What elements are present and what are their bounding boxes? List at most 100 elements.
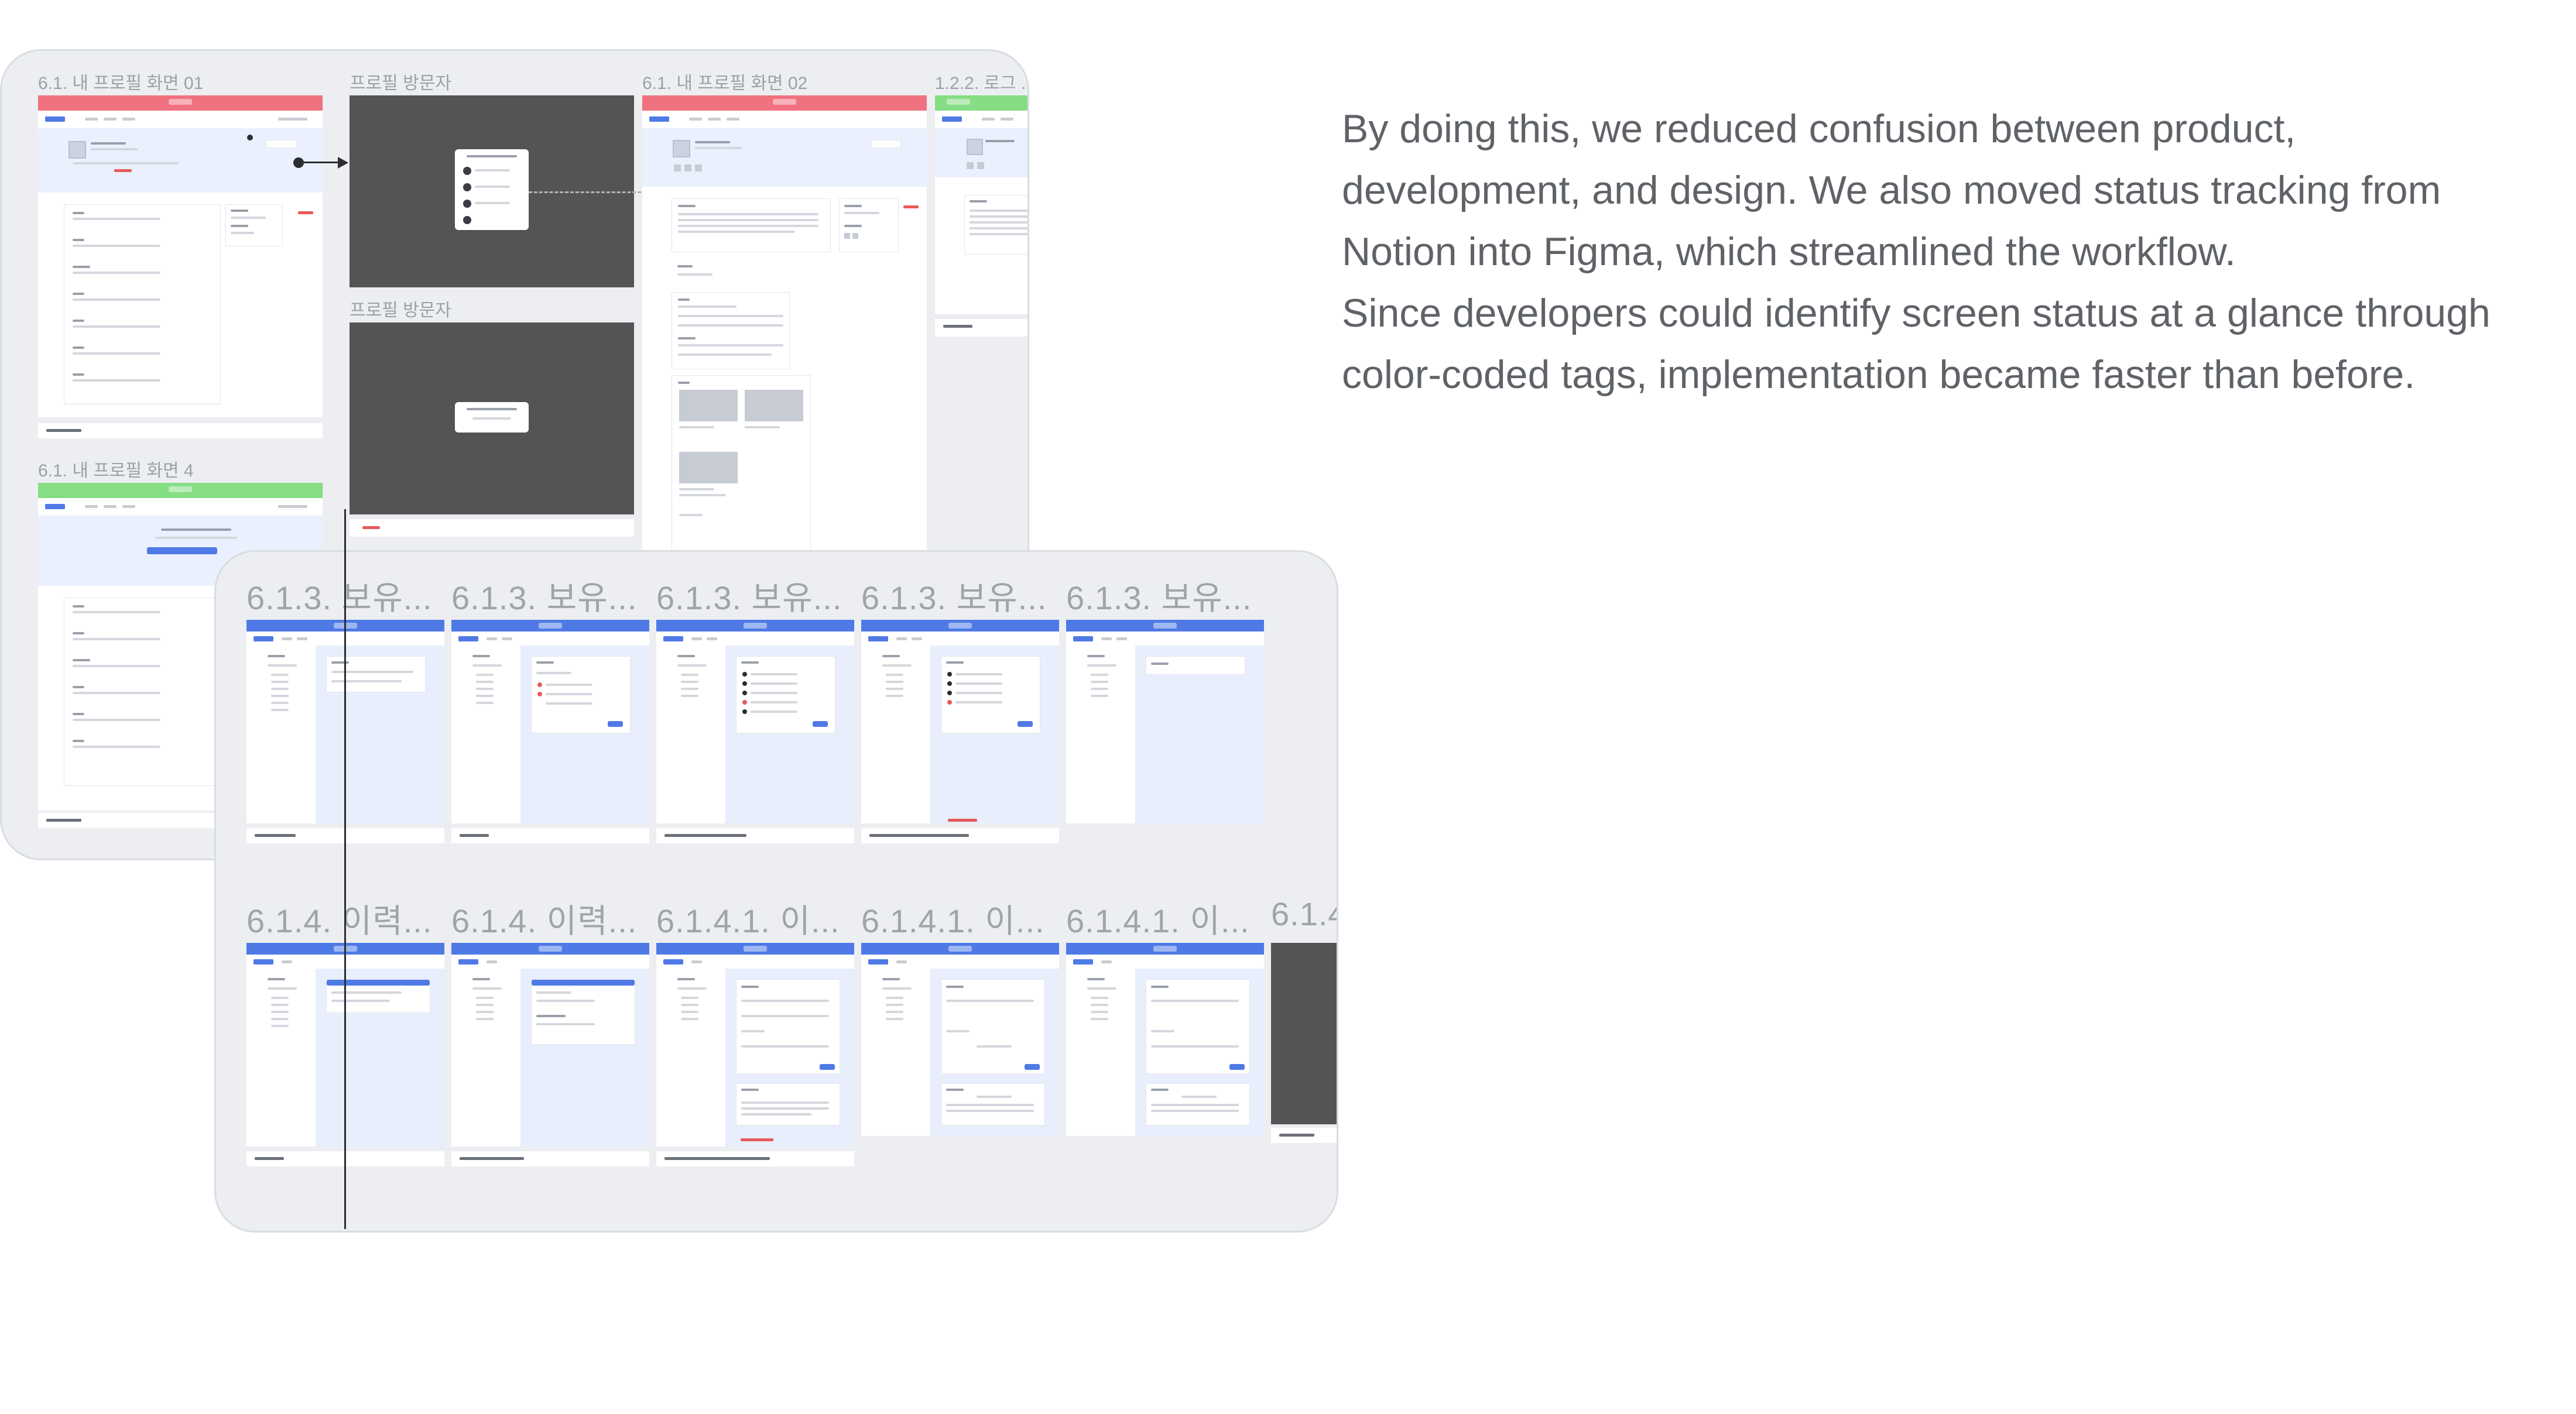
sidebar (1066, 646, 1135, 823)
frame-label[interactable]: 6.1.3. 보유... (1066, 572, 1252, 619)
app-header (861, 632, 1059, 646)
frame-caption (656, 1151, 854, 1166)
content-area (930, 646, 1059, 823)
screen-history-detail-3[interactable] (1066, 943, 1264, 1136)
sidebar (246, 646, 316, 823)
guide-line (344, 509, 346, 550)
status-tag-blue (656, 620, 854, 632)
status-tag-blue (861, 943, 1059, 955)
content-area (725, 646, 854, 823)
description-text: By doing this, we reduced confusion betw… (1342, 98, 2571, 406)
status-tag-blue (451, 943, 649, 955)
status-tag-blue (1066, 943, 1264, 955)
frame-label[interactable]: 6.1.4. 이력... (246, 895, 432, 942)
app-header (642, 111, 927, 129)
content-area (930, 969, 1059, 1136)
app-header (656, 955, 854, 969)
frame-caption (38, 423, 323, 438)
screen-history-partial[interactable] (1271, 943, 1337, 1124)
portfolio-card (672, 375, 811, 552)
connector-dashed (529, 191, 652, 193)
app-header (38, 498, 323, 516)
status-tag-green (38, 483, 323, 498)
frame-label[interactable]: 6.1. 내 프로필 화면 01 (38, 68, 203, 94)
frame-label[interactable]: 6.1.3. 보유... (656, 572, 842, 619)
side-summary-card (225, 204, 283, 246)
screen-log-partial[interactable] (935, 95, 1027, 314)
frame-label[interactable]: 6.1.4 (1271, 895, 1337, 933)
status-tag-blue (656, 943, 854, 955)
frame-label[interactable]: 6.1.3. 보유... (246, 572, 432, 619)
screen-my-profile-01[interactable] (38, 95, 323, 417)
frame-label[interactable]: 1.2.2. 로그 ... (935, 68, 1027, 94)
app-header (38, 111, 323, 129)
app-header (935, 111, 1027, 129)
connector-line (302, 162, 340, 163)
content-area (520, 646, 649, 823)
app-header (451, 955, 649, 969)
guide-line (344, 550, 346, 1229)
description-line: Since developers could identify screen s… (1342, 291, 2491, 335)
skills-card (672, 292, 790, 369)
app-header (861, 955, 1059, 969)
description-line: development, and design. We also moved s… (1342, 168, 2441, 212)
app-header (656, 632, 854, 646)
content-card (964, 195, 1027, 255)
status-tag-green (935, 95, 1027, 111)
screen-holdings-5[interactable] (1066, 620, 1264, 823)
frame-caption (451, 828, 649, 843)
frame-caption (656, 828, 854, 843)
frame-label[interactable]: 6.1. 내 프로필 화면 02 (642, 68, 807, 94)
profile-hero (935, 128, 1027, 177)
content-area (1135, 969, 1264, 1136)
screen-holdings-3[interactable] (656, 620, 854, 823)
avatar (68, 141, 86, 159)
frame-label[interactable]: 6.1.4.1. 이... (656, 895, 840, 942)
status-tag-red (38, 95, 323, 111)
frame-caption (1271, 1128, 1337, 1143)
description-line: color-coded tags, implementation became … (1342, 352, 2416, 397)
frame-label[interactable]: 6.1.4.1. 이... (861, 895, 1045, 942)
profile-section-list (64, 135, 253, 404)
app-header (1066, 632, 1264, 646)
content-area (520, 969, 649, 1147)
frame-label[interactable]: 프로필 방문자 (350, 296, 451, 321)
screen-holdings-4[interactable] (861, 620, 1059, 823)
frame-caption (451, 1151, 649, 1166)
profile-hero (642, 128, 927, 187)
frame-label[interactable]: 프로필 방문자 (350, 68, 451, 94)
description-line: By doing this, we reduced confusion betw… (1342, 107, 2296, 151)
content-area (725, 969, 854, 1147)
profile-hero (38, 128, 323, 193)
sidebar (861, 969, 930, 1136)
sidebar (861, 646, 930, 823)
screen-profile-visitor-empty[interactable] (350, 322, 634, 514)
status-tag-blue (1066, 620, 1264, 632)
sidebar (656, 969, 725, 1147)
visitor-list-modal (455, 149, 529, 230)
screen-history-2[interactable] (451, 943, 649, 1147)
status-tag-blue (451, 620, 649, 632)
content-area (316, 646, 444, 823)
frame-caption (350, 519, 634, 537)
frame-label[interactable]: 6.1.3. 보유... (451, 572, 637, 619)
frame-label[interactable]: 6.1. 내 프로필 화면 4 (38, 456, 194, 482)
empty-state-modal (455, 402, 529, 433)
app-header (1066, 955, 1264, 969)
screen-holdings-2[interactable] (451, 620, 649, 823)
screen-my-profile-02[interactable] (642, 95, 927, 599)
frame-label[interactable]: 6.1.3. 보유... (861, 572, 1047, 619)
bio-card (672, 198, 831, 252)
status-tag-red (642, 95, 927, 111)
frame-label[interactable]: 6.1.4. 이력... (451, 895, 637, 942)
frame-label[interactable]: 6.1.4.1. 이... (1066, 895, 1250, 942)
sidebar (451, 646, 520, 823)
sidebar (1066, 969, 1135, 1136)
sidebar (246, 969, 316, 1147)
status-tag-blue (861, 620, 1059, 632)
arrow-head-icon (338, 157, 348, 169)
screen-history-detail-1[interactable] (656, 943, 854, 1147)
screen-history-detail-2[interactable] (861, 943, 1059, 1136)
side-summary-card (839, 198, 899, 252)
content-area (1135, 646, 1264, 823)
